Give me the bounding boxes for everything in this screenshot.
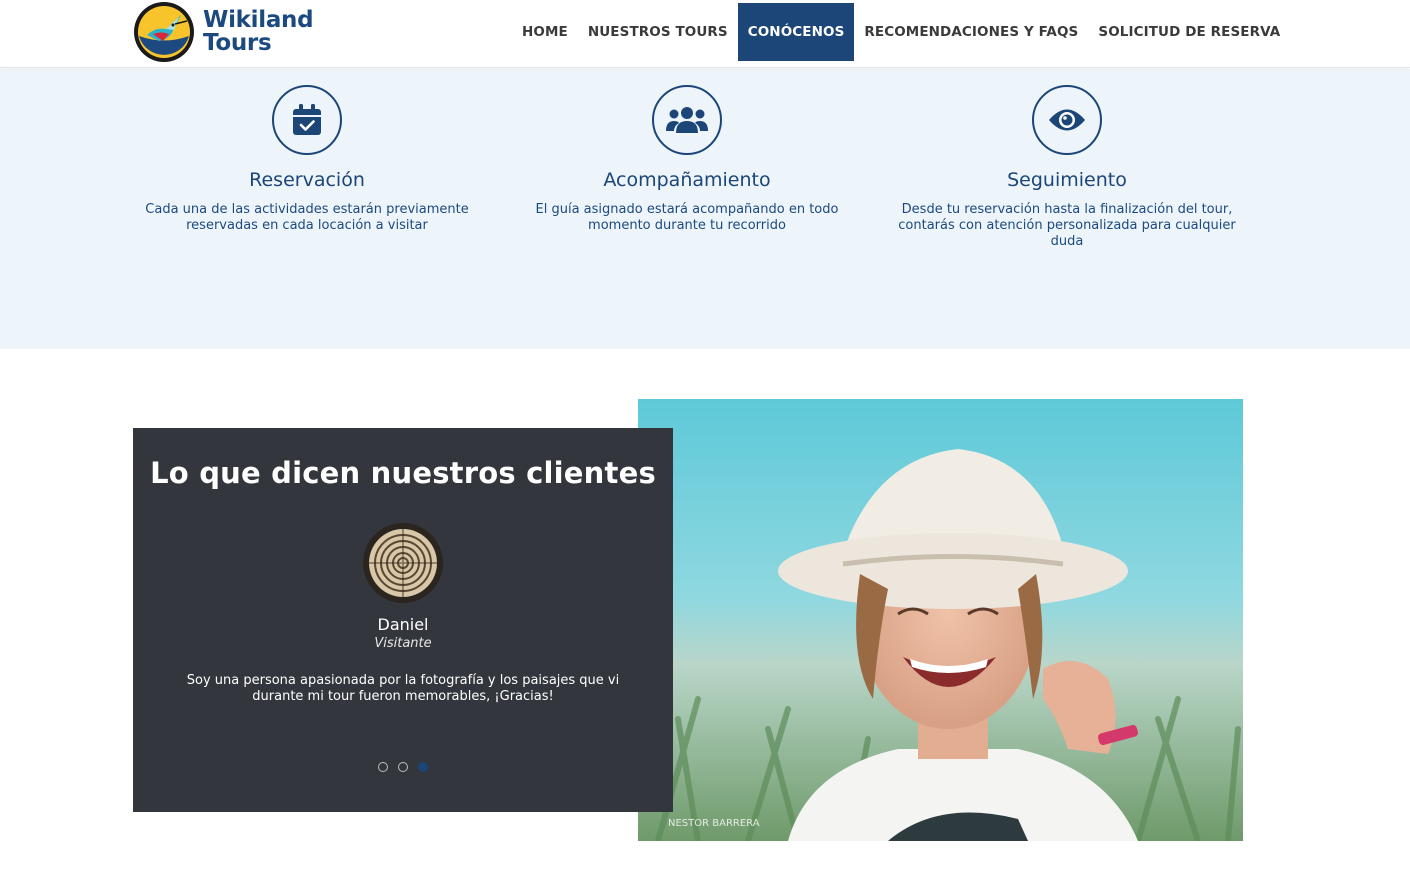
avatar (363, 523, 443, 603)
nav-conocenos[interactable]: CONÓCENOS (737, 3, 855, 61)
brand-logo[interactable]: Wikiland Tours (133, 1, 314, 63)
testimonial-photo: NESTOR BARRERA (638, 399, 1243, 841)
photo-watermark: NESTOR BARRERA (668, 818, 760, 829)
testimonial-card: Lo que dicen nuestros clientes Daniel Vi… (133, 428, 673, 812)
feature-icon-circle (272, 85, 342, 155)
nav-solicitud-reserva[interactable]: SOLICITUD DE RESERVA (1088, 3, 1290, 61)
feature-description: Cada una de las actividades estarán prev… (145, 202, 469, 233)
feature-acompanamiento: Acompañamiento El guía asignado estará a… (497, 85, 877, 234)
calendar-check-icon (293, 104, 321, 135)
carousel-dot-2[interactable] (398, 762, 408, 772)
nav-home[interactable]: HOME (512, 3, 578, 61)
eye-icon (1049, 109, 1085, 131)
feature-reservacion: Reservación Cada una de las actividades … (117, 85, 497, 234)
site-header: Wikiland Tours HOME NUESTROS TOURS CONÓC… (0, 0, 1410, 68)
feature-title: Reservación (249, 169, 365, 191)
features-section: Reservación Cada una de las actividades … (0, 69, 1410, 349)
feature-icon-circle (652, 85, 722, 155)
feature-seguimiento: Seguimiento Desde tu reservación hasta l… (877, 85, 1257, 250)
carousel-dot-3[interactable] (418, 762, 428, 772)
brand-name: Wikiland Tours (203, 7, 314, 56)
feature-description: Desde tu reservación hasta la finalizaci… (898, 202, 1236, 249)
brand-name-line1: Wikiland (203, 7, 314, 33)
nav-recomendaciones-faqs[interactable]: RECOMENDACIONES Y FAQS (854, 3, 1088, 61)
feature-description: El guía asignado estará acompañando en t… (535, 202, 839, 233)
feature-title: Acompañamiento (603, 169, 771, 191)
client-name: Daniel (377, 615, 429, 634)
main-nav: HOME NUESTROS TOURS CONÓCENOS RECOMENDAC… (512, 3, 1290, 61)
carousel-dots (133, 762, 673, 772)
carousel-dot-1[interactable] (378, 762, 388, 772)
client-role: Visitante (374, 636, 432, 651)
testimonial-heading: Lo que dicen nuestros clientes (150, 456, 656, 490)
brand-name-line2: Tours (203, 30, 272, 56)
hummingbird-icon (134, 2, 194, 62)
feature-title: Seguimiento (1007, 169, 1127, 191)
nav-nuestros-tours[interactable]: NUESTROS TOURS (578, 3, 738, 61)
users-group-icon (666, 107, 708, 133)
client-quote: Soy una persona apasionada por la fotogr… (186, 673, 620, 704)
feature-icon-circle (1032, 85, 1102, 155)
